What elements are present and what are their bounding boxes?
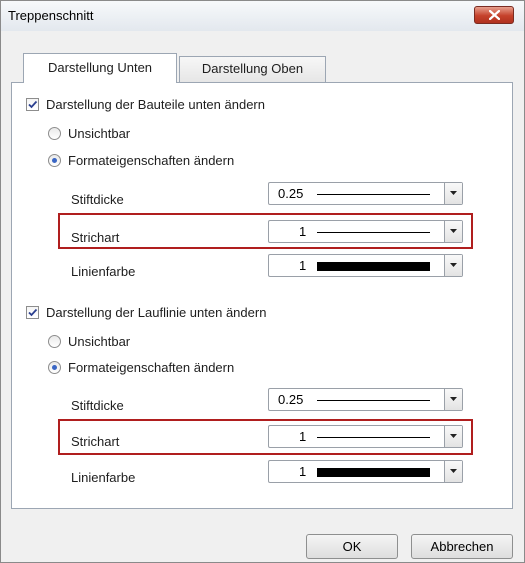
field-label: Linienfarbe <box>71 470 136 485</box>
field-label: Stiftdicke <box>71 192 124 207</box>
field-label: Strichart <box>71 230 120 245</box>
radio-formateigenschaften[interactable] <box>48 154 61 167</box>
color-swatch <box>317 262 430 271</box>
checkmark-icon <box>28 100 38 109</box>
radio-formateigenschaften[interactable] <box>48 361 61 374</box>
cancel-button[interactable]: Abbrechen <box>411 534 513 559</box>
checkbox-label: Darstellung der Lauflinie unten ändern <box>46 305 267 320</box>
line-preview <box>317 232 430 233</box>
close-icon <box>489 10 500 20</box>
chevron-down-icon <box>450 229 457 233</box>
dropdown-value: 1 <box>299 224 307 239</box>
field-label: Linienfarbe <box>71 264 136 279</box>
dropdown-button[interactable] <box>444 461 462 482</box>
dropdown-button[interactable] <box>444 221 462 242</box>
field-label: Strichart <box>71 434 120 449</box>
dropdown-button[interactable] <box>444 389 462 410</box>
dropdown-value: 1 <box>299 258 307 273</box>
line-preview <box>317 400 430 401</box>
linienfarbe-dropdown[interactable]: 1 <box>268 460 463 483</box>
radio-label: Unsichtbar <box>68 334 131 349</box>
radio-unsichtbar[interactable] <box>48 335 61 348</box>
dropdown-value: 1 <box>299 429 307 444</box>
chevron-down-icon <box>450 397 457 401</box>
dropdown-value: 1 <box>299 464 307 479</box>
radio-label: Formateigenschaften ändern <box>68 360 235 375</box>
dialog-window: Treppenschnitt Darstellung Unten Darstel… <box>0 0 525 563</box>
stiftdicke-dropdown[interactable]: 0.25 <box>268 182 463 205</box>
stiftdicke-dropdown[interactable]: 0.25 <box>268 388 463 411</box>
dropdown-button[interactable] <box>444 426 462 447</box>
radio-selected-dot <box>52 365 57 370</box>
line-preview <box>317 194 430 195</box>
chevron-down-icon <box>450 469 457 473</box>
title-bar[interactable]: Treppenschnitt <box>1 1 524 31</box>
tab-darstellung-oben[interactable]: Darstellung Oben <box>179 56 326 82</box>
checkbox-lauflinie[interactable] <box>26 306 39 319</box>
color-swatch <box>317 468 430 477</box>
checkbox-bauteile[interactable] <box>26 98 39 111</box>
dropdown-value: 0.25 <box>278 186 304 201</box>
checkbox-label: Darstellung der Bauteile unten ändern <box>46 97 265 112</box>
field-label: Stiftdicke <box>71 398 124 413</box>
radio-selected-dot <box>52 158 57 163</box>
linienfarbe-dropdown[interactable]: 1 <box>268 254 463 277</box>
dropdown-value: 0.25 <box>278 392 304 407</box>
window-title: Treppenschnitt <box>8 8 94 23</box>
dropdown-button[interactable] <box>444 183 462 204</box>
close-button[interactable] <box>474 6 514 24</box>
tab-darstellung-unten[interactable]: Darstellung Unten <box>23 53 177 83</box>
dropdown-button[interactable] <box>444 255 462 276</box>
line-preview <box>317 437 430 438</box>
chevron-down-icon <box>450 191 457 195</box>
chevron-down-icon <box>450 263 457 267</box>
checkmark-icon <box>28 308 38 317</box>
ok-button[interactable]: OK <box>306 534 398 559</box>
strichart-dropdown[interactable]: 1 <box>268 425 463 448</box>
radio-unsichtbar[interactable] <box>48 127 61 140</box>
radio-label: Unsichtbar <box>68 126 131 141</box>
chevron-down-icon <box>450 434 457 438</box>
strichart-dropdown[interactable]: 1 <box>268 220 463 243</box>
radio-label: Formateigenschaften ändern <box>68 153 235 168</box>
